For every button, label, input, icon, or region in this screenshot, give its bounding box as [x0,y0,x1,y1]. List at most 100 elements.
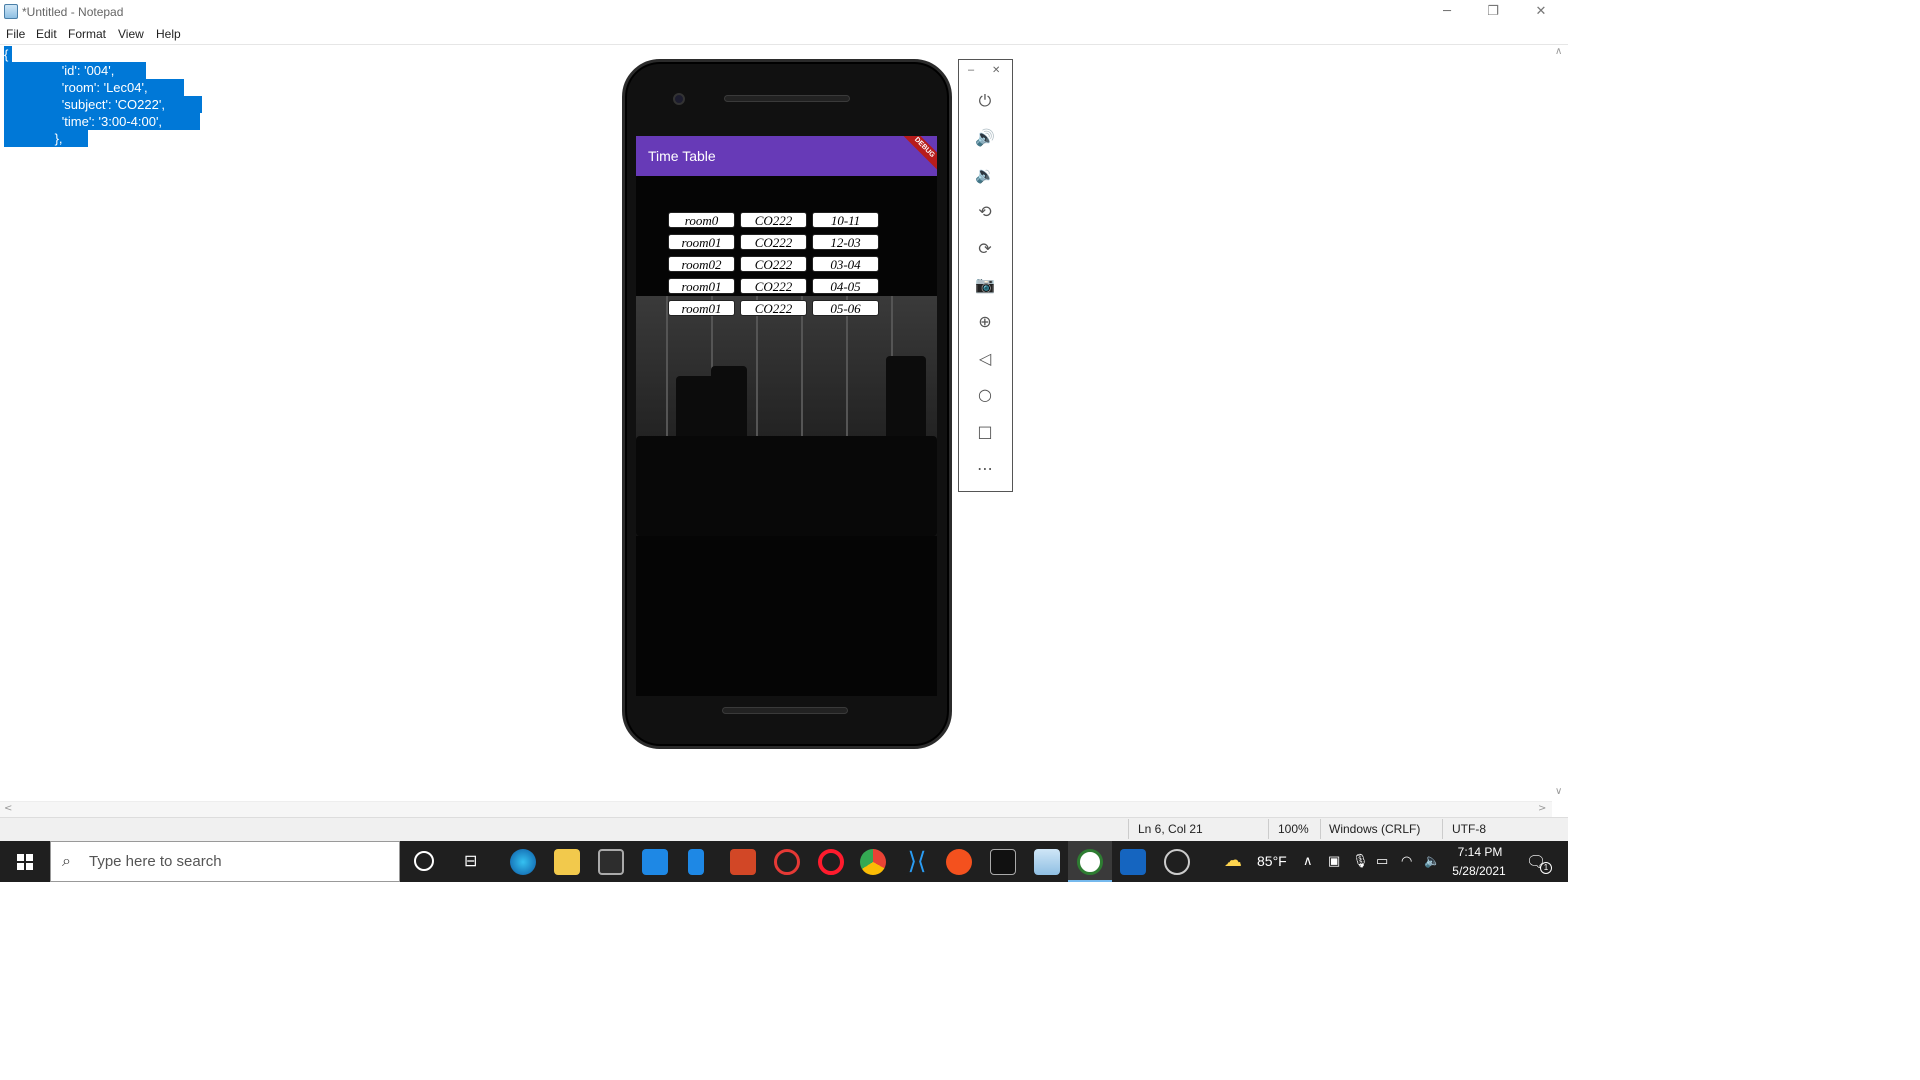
window-frame [666,296,668,456]
mail-icon[interactable] [642,849,668,875]
clock-time[interactable]: 7:14 PM [1452,845,1508,859]
cell-time: 03-04 [812,256,879,272]
cursor-position: Ln 6, Col 21 [1138,822,1203,836]
powerpoint-icon[interactable] [730,849,756,875]
overview-icon[interactable]: □ [972,419,998,445]
terminal-icon[interactable] [990,849,1016,875]
encoding: UTF-8 [1452,822,1486,836]
emulator-close-button[interactable]: ✕ [992,65,1000,76]
menu-file[interactable]: File [6,27,25,41]
status-divider [1268,819,1269,839]
window-frame [846,296,848,456]
app-bar: Time Table [636,136,937,176]
volume-down-icon[interactable]: 🔉 [972,162,998,188]
phone-screen[interactable]: Time Table DEBUG room0 CO222 10-11 room0… [636,136,937,696]
editor-line-6: }, [4,130,88,147]
editor-line-4: 'subject': 'CO222', [4,96,202,113]
photos-icon[interactable] [1120,849,1146,875]
app-title: Time Table [648,148,716,164]
cell-room: room01 [668,234,735,250]
horizontal-scrollbar[interactable] [0,801,1552,817]
editor-line-2: 'id': '004', [4,62,146,79]
camera-icon [673,93,685,105]
volume-icon[interactable]: 🔈 [1424,853,1440,869]
task-view-icon[interactable]: ⊟ [464,851,477,871]
cell-subject: CO222 [740,256,807,272]
cell-subject: CO222 [740,300,807,316]
windows-logo-icon [17,854,33,870]
status-divider [1128,819,1129,839]
weather-icon[interactable]: ☁ [1224,850,1242,871]
cell-time: 05-06 [812,300,879,316]
clock-date[interactable]: 5/28/2021 [1448,864,1510,878]
status-divider [1320,819,1321,839]
more-icon[interactable]: ⋯ [972,456,998,482]
file-explorer-icon[interactable] [554,849,580,875]
volume-up-icon[interactable]: 🔊 [972,125,998,151]
power-icon[interactable]: ⏻ [972,88,998,114]
cell-room: room01 [668,278,735,294]
status-divider [1442,819,1443,839]
vertical-scrollbar[interactable] [1552,45,1568,801]
cell-room: room02 [668,256,735,272]
chrome-icon[interactable] [860,849,886,875]
emulator-minimize-button[interactable]: – [968,64,974,76]
store-icon[interactable] [598,849,624,875]
cell-time: 04-05 [812,278,879,294]
home-icon[interactable]: ○ [972,382,998,408]
title-bar [0,0,1568,24]
close-button[interactable]: ✕ [1518,0,1564,24]
vscode-icon[interactable]: ⟩⟨ [904,849,930,875]
cell-subject: CO222 [740,234,807,250]
scroll-up-icon[interactable]: ∧ [1555,46,1562,57]
wifi-icon[interactable]: ◠ [1401,853,1412,869]
cell-subject: CO222 [740,278,807,294]
scroll-right-icon[interactable]: > [1538,803,1546,814]
editor-line-5: 'time': '3:00-4:00', [4,113,200,130]
back-icon[interactable]: ◁ [972,346,998,372]
rotate-left-icon[interactable]: ⟲ [972,199,998,225]
window-frame [801,296,803,456]
opera-icon[interactable] [818,849,844,875]
edge-icon[interactable] [510,849,536,875]
window-frame [756,296,758,456]
cell-room: room01 [668,300,735,316]
phone-speaker [724,95,850,102]
obs-icon[interactable] [1164,849,1190,875]
record-icon[interactable] [774,849,800,875]
start-button[interactable] [0,841,50,882]
cell-subject: CO222 [740,212,807,228]
zoom-icon[interactable]: ⊕ [972,309,998,335]
menu-help[interactable]: Help [156,27,181,41]
background-image [636,296,937,536]
microphone-icon[interactable]: 🎙 [1352,853,1369,869]
phone-app-icon[interactable] [688,849,704,875]
scroll-down-icon[interactable]: ∨ [1555,786,1562,797]
cell-room: room0 [668,212,735,228]
notepad-taskbar-icon[interactable] [1034,849,1060,875]
menu-edit[interactable]: Edit [36,27,57,41]
notepad-icon [4,4,18,19]
battery-icon[interactable]: ▭ [1376,853,1388,869]
cell-time: 12-03 [812,234,879,250]
cortana-icon[interactable] [414,851,434,871]
search-icon: ⌕ [62,851,71,870]
screenshot-camera-icon[interactable]: 📷 [972,272,998,298]
editor-line-1: { [4,46,12,63]
table-silhouette [636,436,937,536]
restore-button[interactable]: ❐ [1470,0,1516,24]
meet-now-icon[interactable]: ▣ [1328,853,1340,869]
android-studio-icon[interactable] [1077,849,1103,875]
line-ending: Windows (CRLF) [1329,822,1421,836]
notification-badge: 1 [1540,862,1552,874]
window-title: *Untitled - Notepad [22,5,124,19]
postman-icon[interactable] [946,849,972,875]
minimize-button[interactable]: ─ [1424,0,1470,24]
scroll-left-icon[interactable]: < [4,803,12,814]
show-hidden-icons-icon[interactable]: ∧ [1303,853,1313,869]
menu-format[interactable]: Format [68,27,106,41]
rotate-right-icon[interactable]: ⟳ [972,236,998,262]
menu-view[interactable]: View [118,27,144,41]
search-input[interactable]: Type here to search [89,853,222,870]
weather-temp[interactable]: 85°F [1257,853,1287,869]
